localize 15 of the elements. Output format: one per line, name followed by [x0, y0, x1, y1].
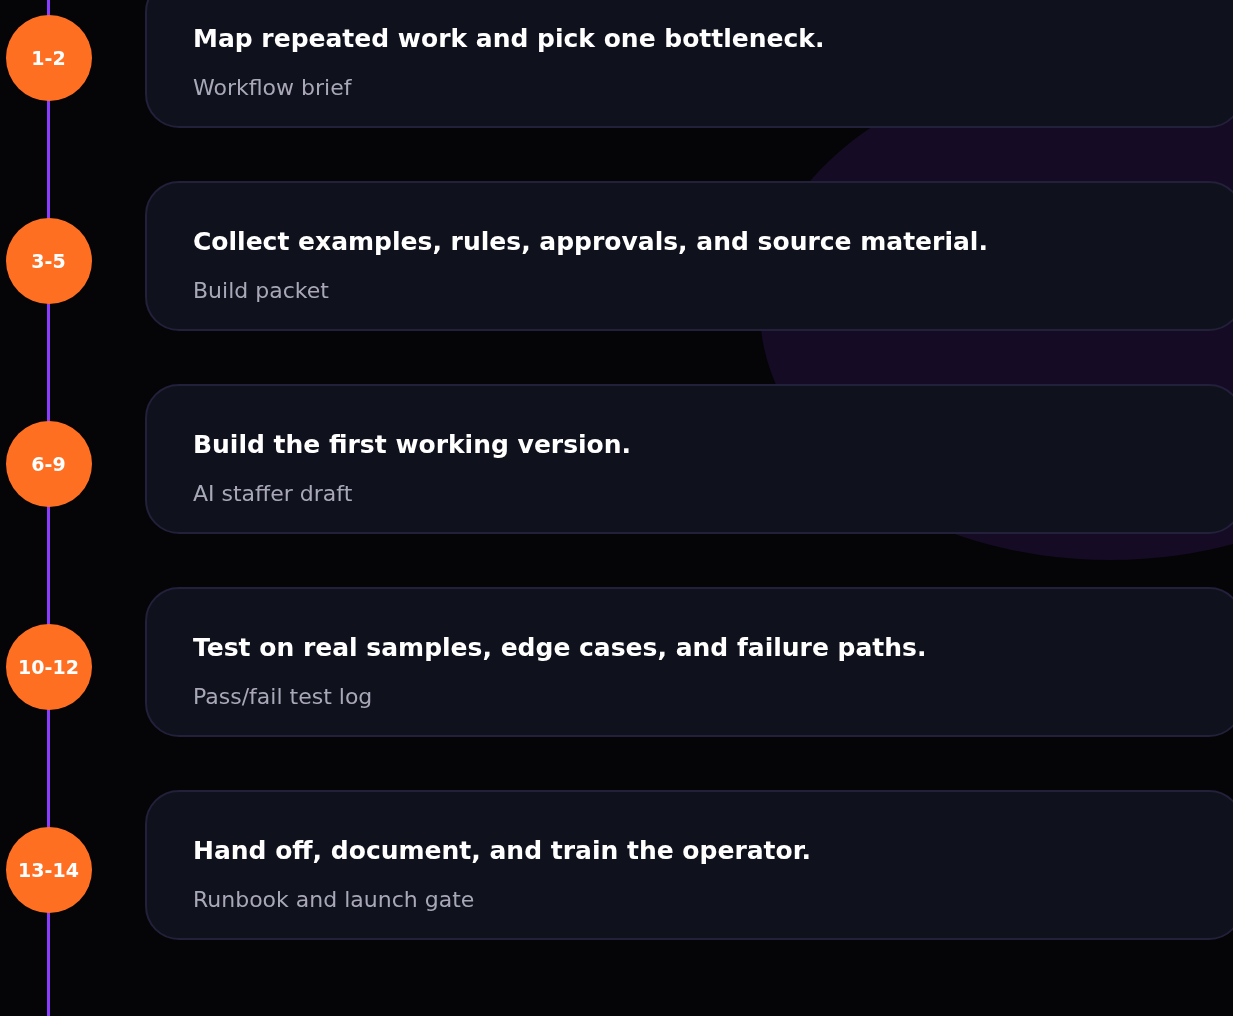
step-deliverable: Pass/fail test log	[193, 684, 374, 709]
step-title: Collect examples, rules, approvals, and source material.	[193, 227, 989, 256]
week-range-badge: 3-5	[5, 218, 92, 304]
week-range-badge: 13-14	[5, 827, 92, 913]
step-title: Test on real samples, edge cases, and failure paths.	[193, 633, 928, 662]
step-deliverable: Runbook and launch gate	[193, 887, 476, 912]
week-range-badge: 6-9	[5, 421, 92, 507]
step-deliverable: Build packet	[193, 278, 330, 303]
week-range-badge: 10-12	[5, 624, 92, 710]
step-deliverable: Workflow brief	[193, 75, 353, 100]
week-range-badge: 1-2	[5, 15, 92, 101]
step-deliverable: AI staffer draft	[193, 481, 354, 506]
step-title: Build the first working version.	[193, 430, 633, 459]
step-title: Map repeated work and pick one bottleneck.	[193, 24, 826, 53]
step-title: Hand off, document, and train the operator.	[193, 836, 812, 865]
